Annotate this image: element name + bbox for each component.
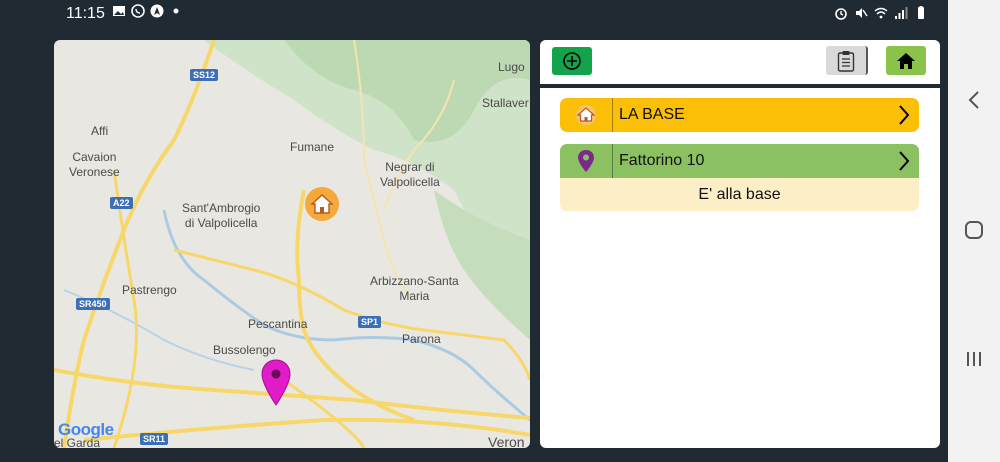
road-badge: SP1	[358, 316, 382, 328]
system-icons	[834, 6, 928, 20]
base-row[interactable]: LA BASE	[560, 98, 919, 132]
notification-icons	[112, 4, 183, 18]
home-button[interactable]	[886, 46, 926, 75]
home-icon	[897, 52, 915, 69]
place-label: Affi	[91, 124, 109, 138]
courier-map-marker[interactable]	[261, 359, 291, 407]
road-badge: SS12	[190, 69, 219, 81]
recents-button[interactable]	[962, 347, 986, 371]
add-button[interactable]	[552, 47, 592, 75]
signal-icon	[895, 7, 908, 19]
home-icon	[310, 194, 334, 214]
road-badge: SR450	[76, 298, 110, 310]
place-label: Pastrengo	[122, 283, 177, 297]
map-background	[54, 40, 530, 448]
circle-home-icon	[965, 221, 983, 239]
courier-row-icon	[560, 144, 613, 178]
map-pin-icon	[578, 150, 594, 172]
dot-icon	[173, 8, 179, 14]
road-badge: SR11	[140, 433, 169, 445]
base-row-icon	[560, 98, 613, 132]
chevron-right-icon	[889, 150, 919, 172]
place-label: Parona	[402, 332, 441, 346]
courier-status: E' alla base	[560, 178, 919, 211]
place-label: Stallaver	[482, 96, 529, 110]
alarm-icon	[835, 8, 847, 20]
google-attribution: Google	[58, 420, 114, 439]
battery-icon	[918, 6, 924, 19]
courier-row[interactable]: Fattorino 10	[560, 144, 919, 178]
nav-app-icon	[150, 4, 164, 18]
chevron-left-icon	[968, 91, 979, 109]
courier-row-label: Fattorino 10	[619, 152, 705, 169]
courier-list-panel: LA BASE Fattorino 10 E' alla base	[540, 40, 940, 448]
place-label: Lugo	[498, 60, 525, 74]
toolbar	[540, 40, 940, 88]
home-icon	[576, 105, 596, 125]
android-nav-bar	[948, 0, 1000, 462]
report-button[interactable]	[826, 46, 868, 75]
place-label: Pescantina	[248, 317, 308, 331]
plus-circle-icon	[563, 52, 581, 70]
home-nav-button[interactable]	[962, 218, 986, 242]
chevron-right-icon	[889, 104, 919, 126]
back-button[interactable]	[962, 88, 986, 112]
base-row-label: LA BASE	[619, 106, 685, 123]
status-bar: 11:15	[0, 0, 948, 28]
map-view[interactable]: Lugo Stallaver Affi Cavaion Veronese Fum…	[54, 40, 530, 448]
place-label: Bussolengo	[213, 343, 276, 357]
whatsapp-icon	[131, 4, 145, 18]
place-label: Cavaion Veronese	[69, 150, 120, 179]
place-label: Arbizzano-Santa Maria	[370, 274, 459, 303]
place-label: Negrar di Valpolicella	[380, 160, 440, 189]
wifi-icon	[874, 7, 888, 19]
recents-icon	[967, 352, 981, 366]
mute-icon	[856, 8, 868, 18]
place-label: Fumane	[290, 140, 335, 154]
road-badge: A22	[110, 197, 133, 209]
base-map-marker[interactable]	[305, 187, 339, 221]
clipboard-icon	[837, 50, 855, 72]
image-icon	[113, 6, 125, 16]
status-time: 11:15	[66, 5, 105, 22]
place-label: Veron	[488, 434, 525, 449]
place-label: Sant'Ambrogio di Valpolicella	[182, 201, 261, 230]
